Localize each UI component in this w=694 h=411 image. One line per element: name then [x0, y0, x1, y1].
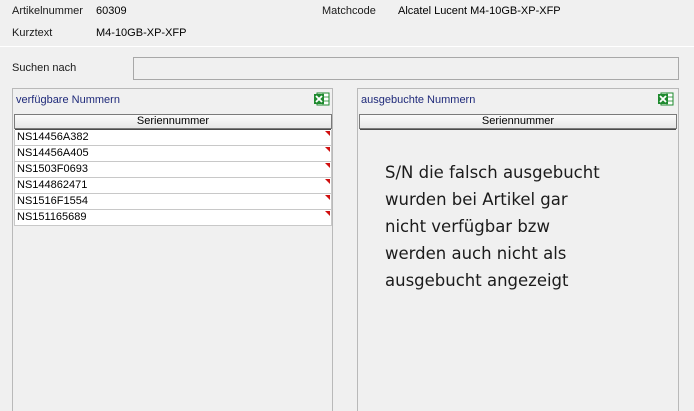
red-corner-flag-icon	[325, 147, 330, 152]
excel-export-icon[interactable]	[314, 92, 330, 106]
available-row[interactable]: NS1503F0693	[14, 162, 332, 178]
red-corner-flag-icon	[325, 163, 330, 168]
serial-number: NS151165689	[17, 211, 87, 223]
red-corner-flag-icon	[325, 211, 330, 216]
search-label: Suchen nach	[12, 62, 77, 74]
annotation-line: ausgebucht angezeigt	[385, 271, 569, 290]
serial-number: NS14456A405	[17, 147, 89, 159]
header-divider	[0, 46, 694, 47]
red-corner-flag-icon	[325, 131, 330, 136]
search-input[interactable]	[133, 57, 679, 80]
matchcode-value: Alcatel Lucent M4-10GB-XP-XFP	[398, 5, 561, 17]
available-row[interactable]: NS144862471	[14, 178, 332, 194]
red-corner-flag-icon	[325, 179, 330, 184]
kurztext-label: Kurztext	[12, 27, 53, 39]
matchcode-label: Matchcode	[322, 5, 376, 17]
serial-number: NS14456A382	[17, 131, 89, 143]
booked-serial-column-header[interactable]: Seriennummer	[359, 114, 677, 130]
available-serial-column-header[interactable]: Seriennummer	[14, 114, 332, 130]
available-row[interactable]: NS14456A405	[14, 146, 332, 162]
available-numbers-panel: verfügbare Nummern Seriennummer NS14456A…	[12, 88, 333, 411]
artikelnummer-label: Artikelnummer	[12, 5, 83, 17]
available-row[interactable]: NS1516F1554	[14, 194, 332, 210]
serial-number: NS1516F1554	[17, 195, 88, 207]
annotation-line: S/N die falsch ausgebucht	[385, 163, 600, 182]
excel-export-icon[interactable]	[658, 92, 674, 106]
annotation-line: wurden bei Artikel gar	[385, 190, 568, 209]
available-row[interactable]: NS151165689	[14, 210, 332, 226]
annotation-note: S/N die falsch ausgebucht wurden bei Art…	[385, 159, 645, 294]
annotation-line: werden auch nicht als	[385, 244, 567, 263]
annotation-line: nicht verfügbar bzw	[385, 217, 550, 236]
available-panel-title: verfügbare Nummern	[16, 94, 120, 106]
serial-number: NS144862471	[17, 179, 88, 191]
red-corner-flag-icon	[325, 195, 330, 200]
serial-number: NS1503F0693	[17, 163, 88, 175]
artikelnummer-value: 60309	[96, 5, 127, 17]
kurztext-value: M4-10GB-XP-XFP	[96, 27, 187, 39]
available-row[interactable]: NS14456A382	[14, 130, 332, 146]
booked-panel-title: ausgebuchte Nummern	[361, 94, 476, 106]
